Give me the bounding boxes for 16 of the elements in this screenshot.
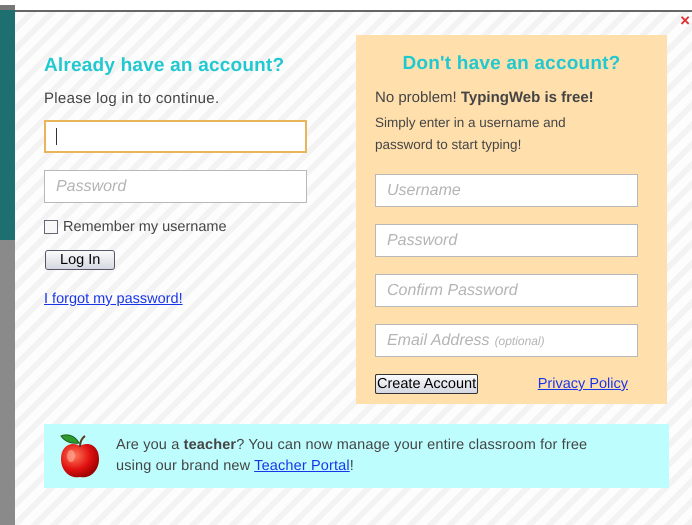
login-subtitle: Please log in to continue. [44, 90, 220, 107]
apple-icon [58, 432, 102, 480]
login-heading: Already have an account? [44, 55, 286, 77]
create-account-button[interactable]: Create Account [375, 374, 478, 394]
privacy-policy-link[interactable]: Privacy Policy [538, 376, 628, 392]
signup-instructions: Simply enter in a username and password to start typing! [375, 114, 567, 154]
signup-intro: No problem! TypingWeb is free! [375, 89, 595, 106]
teacher-portal-link[interactable]: Teacher Portal [254, 458, 350, 474]
close-button[interactable]: × [680, 12, 690, 29]
login-button[interactable]: Log In [45, 250, 116, 270]
input-field[interactable] [44, 120, 307, 153]
signup-heading: Don't have an account? [402, 53, 622, 75]
forgot-password-link[interactable]: I forgot my password! [44, 291, 183, 307]
remember-checkbox[interactable] [44, 220, 58, 234]
teacher-message: Are you a teacher? You can now manage your entire classroom for free using our brand new Teacher Portal! [116, 436, 588, 476]
checkbox-label: Remember my username [63, 219, 227, 235]
